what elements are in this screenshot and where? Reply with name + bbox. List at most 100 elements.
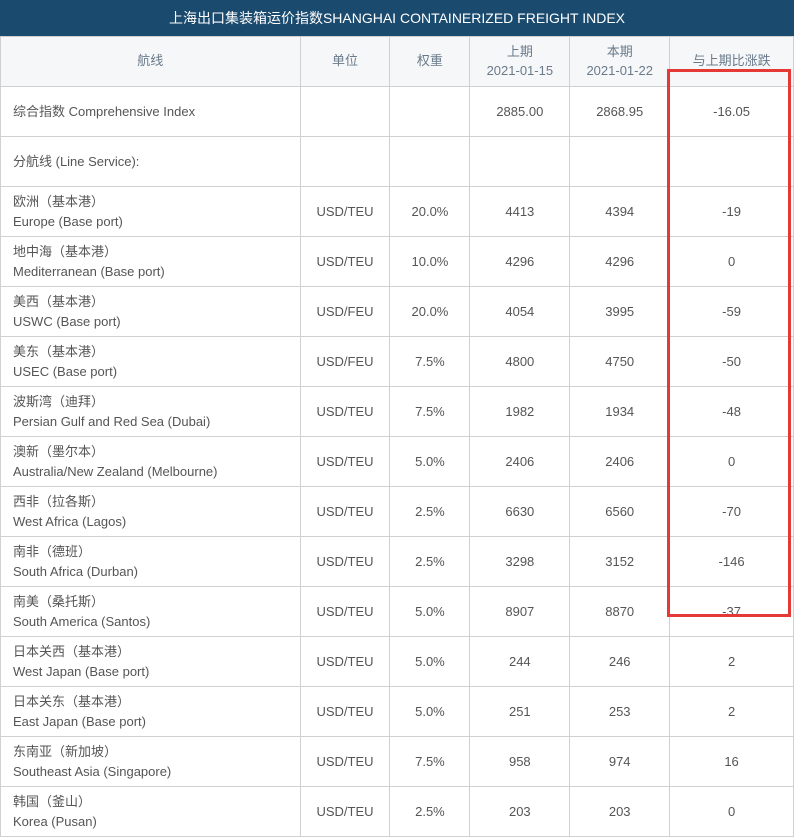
- curr-cell: 6560: [570, 487, 670, 537]
- table-row: 美东（基本港）USEC (Base port)USD/FEU7.5%480047…: [1, 337, 794, 387]
- unit-cell: USD/TEU: [300, 437, 390, 487]
- change-cell: 0: [670, 237, 794, 287]
- unit-cell: [300, 87, 390, 137]
- unit-cell: USD/TEU: [300, 787, 390, 837]
- route-name-en: West Africa (Lagos): [13, 512, 300, 532]
- curr-cell: 3995: [570, 287, 670, 337]
- data-table: 航线 单位 权重 上期 2021-01-15 本期 2021-01-22 与上期…: [0, 36, 794, 837]
- route-cell: 波斯湾（迪拜）Persian Gulf and Red Sea (Dubai): [1, 387, 301, 437]
- route-name-cn: 日本关西（基本港）: [13, 642, 300, 662]
- route-name-en: Australia/New Zealand (Melbourne): [13, 462, 300, 482]
- route-name-cn: 南美（桑托斯）: [13, 592, 300, 612]
- prev-cell: 2406: [470, 437, 570, 487]
- route-cell: 欧洲（基本港）Europe (Base port): [1, 187, 301, 237]
- change-cell: 2: [670, 637, 794, 687]
- table-row: 澳新（墨尔本）Australia/New Zealand (Melbourne)…: [1, 437, 794, 487]
- route-name-cn: 澳新（墨尔本）: [13, 442, 300, 462]
- table-row: 日本关西（基本港）West Japan (Base port)USD/TEU5.…: [1, 637, 794, 687]
- weight-cell: 5.0%: [390, 587, 470, 637]
- unit-cell: USD/TEU: [300, 487, 390, 537]
- table-row: 南美（桑托斯）South America (Santos)USD/TEU5.0%…: [1, 587, 794, 637]
- route-name-en: USWC (Base port): [13, 312, 300, 332]
- unit-cell: USD/TEU: [300, 187, 390, 237]
- change-cell: -59: [670, 287, 794, 337]
- route-cell: 东南亚（新加坡）Southeast Asia (Singapore): [1, 737, 301, 787]
- prev-cell: 4054: [470, 287, 570, 337]
- table-row: 地中海（基本港）Mediterranean (Base port)USD/TEU…: [1, 237, 794, 287]
- unit-cell: USD/TEU: [300, 737, 390, 787]
- weight-cell: 20.0%: [390, 187, 470, 237]
- route-cell: 美西（基本港）USWC (Base port): [1, 287, 301, 337]
- route-name-en: West Japan (Base port): [13, 662, 300, 682]
- unit-cell: USD/TEU: [300, 537, 390, 587]
- table-title: 上海出口集装箱运价指数SHANGHAI CONTAINERIZED FREIGH…: [0, 0, 794, 36]
- change-cell: 0: [670, 787, 794, 837]
- route-name-cn: 南非（德班）: [13, 542, 300, 562]
- curr-cell: 4750: [570, 337, 670, 387]
- unit-cell: USD/TEU: [300, 637, 390, 687]
- table-row: 东南亚（新加坡）Southeast Asia (Singapore)USD/TE…: [1, 737, 794, 787]
- prev-cell: 251: [470, 687, 570, 737]
- curr-cell: [570, 137, 670, 187]
- table-wrapper: 航线 单位 权重 上期 2021-01-15 本期 2021-01-22 与上期…: [0, 36, 794, 837]
- weight-cell: 7.5%: [390, 337, 470, 387]
- route-cell: 综合指数 Comprehensive Index: [1, 87, 301, 137]
- table-row: 日本关东（基本港）East Japan (Base port)USD/TEU5.…: [1, 687, 794, 737]
- curr-cell: 4394: [570, 187, 670, 237]
- table-row: 综合指数 Comprehensive Index2885.002868.95-1…: [1, 87, 794, 137]
- unit-cell: USD/TEU: [300, 687, 390, 737]
- unit-cell: USD/TEU: [300, 587, 390, 637]
- header-row: 航线 单位 权重 上期 2021-01-15 本期 2021-01-22 与上期…: [1, 37, 794, 87]
- weight-cell: 2.5%: [390, 487, 470, 537]
- header-route: 航线: [1, 37, 301, 87]
- change-cell: [670, 137, 794, 187]
- prev-cell: 1982: [470, 387, 570, 437]
- unit-cell: USD/FEU: [300, 287, 390, 337]
- prev-cell: 4413: [470, 187, 570, 237]
- weight-cell: 20.0%: [390, 287, 470, 337]
- curr-cell: 246: [570, 637, 670, 687]
- header-weight: 权重: [390, 37, 470, 87]
- route-cell: 韩国（釜山）Korea (Pusan): [1, 787, 301, 837]
- unit-cell: USD/TEU: [300, 237, 390, 287]
- route-name-cn: 美东（基本港）: [13, 342, 300, 362]
- unit-cell: USD/TEU: [300, 387, 390, 437]
- route-name-en: Persian Gulf and Red Sea (Dubai): [13, 412, 300, 432]
- change-cell: -37: [670, 587, 794, 637]
- change-cell: -70: [670, 487, 794, 537]
- curr-cell: 2406: [570, 437, 670, 487]
- weight-cell: 7.5%: [390, 737, 470, 787]
- route-name-cn: 韩国（釜山）: [13, 792, 300, 812]
- change-cell: -146: [670, 537, 794, 587]
- change-cell: -16.05: [670, 87, 794, 137]
- change-cell: 0: [670, 437, 794, 487]
- weight-cell: 7.5%: [390, 387, 470, 437]
- change-cell: 16: [670, 737, 794, 787]
- prev-cell: 203: [470, 787, 570, 837]
- route-cell: 分航线 (Line Service):: [1, 137, 301, 187]
- route-name-cn: 波斯湾（迪拜）: [13, 392, 300, 412]
- unit-cell: [300, 137, 390, 187]
- prev-cell: [470, 137, 570, 187]
- weight-cell: 2.5%: [390, 787, 470, 837]
- change-cell: -48: [670, 387, 794, 437]
- prev-cell: 6630: [470, 487, 570, 537]
- prev-cell: 958: [470, 737, 570, 787]
- unit-cell: USD/FEU: [300, 337, 390, 387]
- table-row: 南非（德班）South Africa (Durban)USD/TEU2.5%32…: [1, 537, 794, 587]
- weight-cell: 5.0%: [390, 437, 470, 487]
- route-cell: 西非（拉各斯）West Africa (Lagos): [1, 487, 301, 537]
- header-unit: 单位: [300, 37, 390, 87]
- table-row: 美西（基本港）USWC (Base port)USD/FEU20.0%40543…: [1, 287, 794, 337]
- table-row: 欧洲（基本港）Europe (Base port)USD/TEU20.0%441…: [1, 187, 794, 237]
- curr-cell: 203: [570, 787, 670, 837]
- route-cell: 南美（桑托斯）South America (Santos): [1, 587, 301, 637]
- table-body: 综合指数 Comprehensive Index2885.002868.95-1…: [1, 87, 794, 837]
- curr-cell: 2868.95: [570, 87, 670, 137]
- route-name-cn: 欧洲（基本港）: [13, 192, 300, 212]
- weight-cell: 5.0%: [390, 637, 470, 687]
- curr-cell: 8870: [570, 587, 670, 637]
- header-curr: 本期 2021-01-22: [570, 37, 670, 87]
- change-cell: -19: [670, 187, 794, 237]
- route-name-cn: 日本关东（基本港）: [13, 692, 300, 712]
